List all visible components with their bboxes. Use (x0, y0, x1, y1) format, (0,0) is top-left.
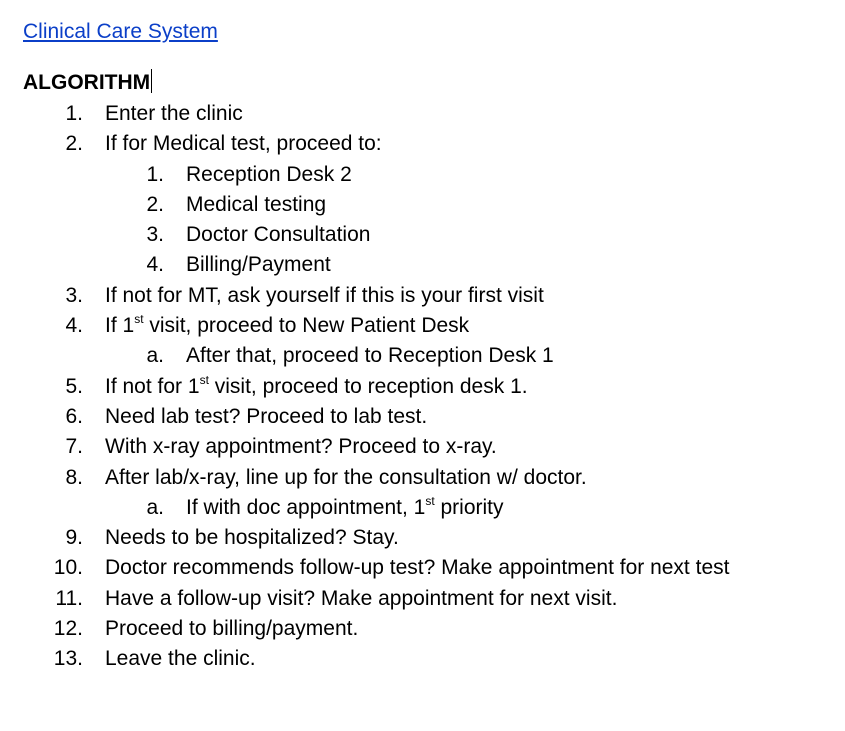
step-marker: 5. (65, 374, 83, 398)
step-marker: 2. (146, 192, 164, 216)
step-text: Doctor recommends follow-up test? Make a… (105, 556, 730, 580)
algorithm-heading-text: ALGORITHM (23, 71, 151, 94)
algorithm-steps-list: 1. Enter the clinic 2. If for Medical test,… (0, 99, 845, 675)
step-item: 12. Proceed to billing/payment. (0, 614, 845, 644)
step-text-before: If not for 1 (105, 374, 200, 398)
step-item: 7. With x-ray appointment? Proceed to x-r… (0, 432, 845, 462)
sub-step-item: 2. Medical testing (0, 190, 845, 220)
step-item: 13. Leave the clinic. (0, 644, 845, 674)
step-text-after: priority (434, 495, 504, 519)
document-page: Clinical Care System ALGORITHM 1. Enter t… (0, 0, 845, 731)
step-text: With x-ray appointment? Proceed to x-ray… (105, 435, 497, 459)
step-item: 2. If for Medical test, proceed to: (0, 129, 845, 159)
step-item: 1. Enter the clinic (0, 99, 845, 129)
step-text: Medical testing (186, 192, 327, 216)
sub-step-item: a. If with doc appointment, 1st priority (0, 493, 845, 523)
step-text: After lab/x-ray, line up for the consult… (105, 465, 587, 489)
step-marker: 2. (65, 132, 83, 156)
step-marker: 1. (65, 102, 83, 125)
step-marker: 8. (65, 465, 83, 489)
ordinal-superscript: st (199, 372, 209, 387)
step-text: If with doc appointment, 1st priority (186, 493, 504, 523)
step-item: 8. After lab/x-ray, line up for the consu… (0, 463, 845, 493)
step-item: 6. Need lab test? Proceed to lab test. (0, 402, 845, 432)
sub-step-item: 4. Billing/Payment (0, 250, 845, 280)
step-text: Proceed to billing/payment. (105, 617, 359, 641)
sub-step-item: a. After that, proceed to Reception Desk … (0, 341, 845, 371)
step-marker: 1. (146, 162, 164, 186)
step-marker: 13. (53, 647, 83, 671)
step-item: 9. Needs to be hospitalized? Stay. (0, 523, 845, 553)
step-marker: 6. (65, 404, 83, 428)
step-item: 11. Have a follow-up visit? Make appointm… (0, 584, 845, 614)
step-text: Need lab test? Proceed to lab test. (105, 404, 428, 428)
step-item: 10. Doctor recommends follow-up test? Mak… (0, 553, 845, 583)
ordinal-superscript: st (134, 312, 144, 327)
step-text: Doctor Consultation (186, 223, 371, 247)
step-text: Billing/Payment (186, 253, 331, 277)
text-cursor (151, 69, 153, 93)
step-marker: a. (146, 495, 164, 519)
step-marker: 4. (65, 314, 83, 338)
sub-step-item: 3. Doctor Consultation (0, 220, 845, 250)
step-text: Reception Desk 2 (186, 162, 352, 186)
step-text: Enter the clinic (105, 102, 243, 125)
step-marker: 11. (55, 586, 83, 610)
sub-step-item: 1. Reception Desk 2 (0, 160, 845, 190)
step-item: 3. If not for MT, ask yourself if this is… (0, 281, 845, 311)
step-text-after: visit, proceed to New Patient Desk (143, 314, 470, 338)
step-text: If not for MT, ask yourself if this is y… (105, 283, 544, 307)
step-text: Leave the clinic. (105, 647, 256, 671)
step-text: Have a follow-up visit? Make appointment… (105, 586, 618, 610)
step-marker: 10. (53, 556, 83, 580)
step-marker: 3. (65, 283, 83, 307)
step-text: If for Medical test, proceed to: (105, 132, 382, 156)
step-text: After that, proceed to Reception Desk 1 (186, 344, 554, 368)
step-marker: a. (146, 344, 164, 368)
clinical-care-system-link[interactable]: Clinical Care System (23, 19, 218, 45)
step-text-after: visit, proceed to reception desk 1. (208, 374, 528, 398)
step-marker: 9. (65, 526, 83, 550)
step-marker: 4. (146, 253, 164, 277)
step-text: If 1st visit, proceed to New Patient Des… (105, 311, 469, 341)
step-marker: 12. (53, 617, 83, 641)
algorithm-heading: ALGORITHM (23, 69, 153, 96)
step-item: 5. If not for 1st visit, proceed to recep… (0, 372, 845, 402)
ordinal-superscript: st (425, 493, 435, 508)
step-text: Needs to be hospitalized? Stay. (105, 526, 399, 550)
step-text: If not for 1st visit, proceed to recepti… (105, 372, 528, 402)
step-marker: 3. (146, 223, 164, 247)
step-text-before: If with doc appointment, 1 (186, 495, 426, 519)
step-item: 4. If 1st visit, proceed to New Patient D… (0, 311, 845, 341)
step-marker: 7. (65, 435, 83, 459)
step-text-before: If 1 (105, 314, 135, 338)
